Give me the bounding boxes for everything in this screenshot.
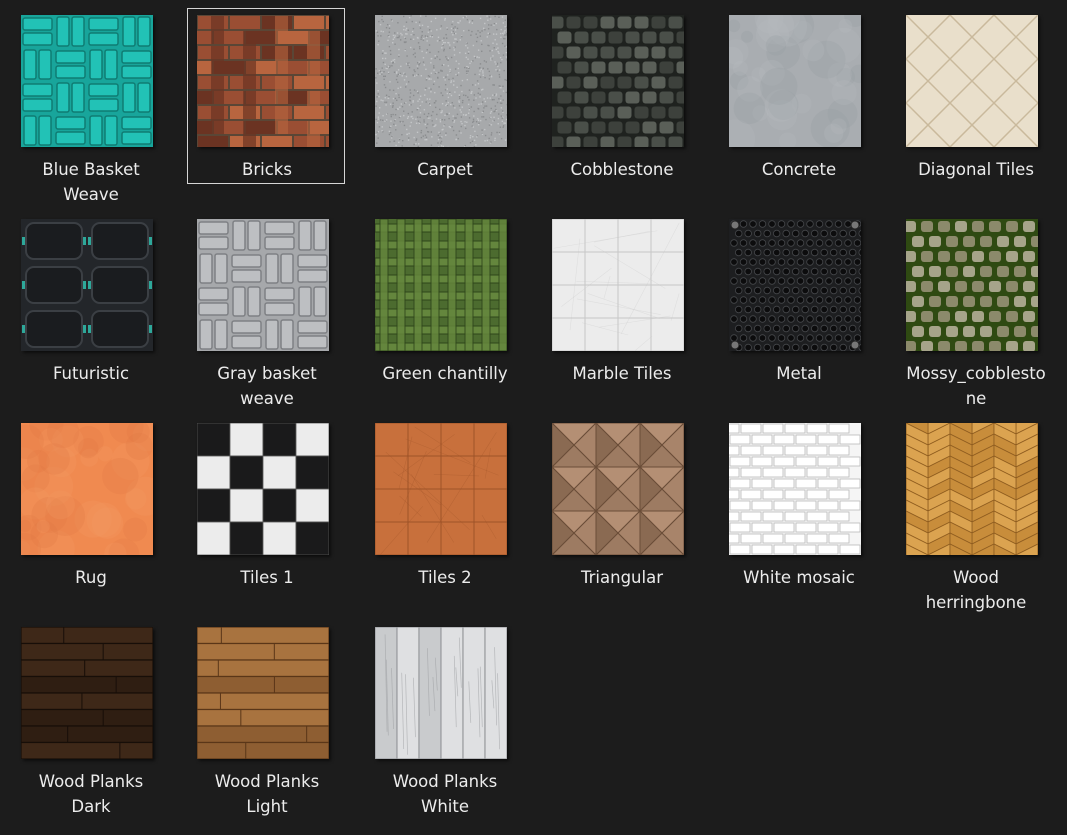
material-label: Wood herringbone [925, 568, 1027, 612]
material-label: Rug [75, 568, 107, 587]
material-thumbnail[interactable] [729, 219, 861, 351]
texture-preview [197, 219, 329, 351]
material-thumbnail[interactable] [729, 423, 861, 555]
material-tile[interactable]: Blue Basket Weave [11, 8, 169, 204]
material-tile[interactable]: Wood Planks Light [187, 620, 345, 816]
material-tile[interactable]: Rug [11, 416, 169, 592]
material-label: Wood Planks White [392, 772, 498, 816]
texture-preview [197, 15, 329, 147]
material-tile[interactable]: Tiles 1 [187, 416, 345, 592]
material-tile[interactable]: Wood Planks Dark [11, 620, 169, 816]
texture-preview [906, 15, 1038, 147]
material-label: Diagonal Tiles [918, 160, 1034, 179]
texture-preview [729, 15, 861, 147]
material-tile[interactable]: Diagonal Tiles [896, 8, 1054, 184]
material-label: Green chantilly [382, 364, 508, 383]
texture-preview [375, 627, 507, 759]
material-tile[interactable]: Futuristic [11, 212, 169, 388]
texture-preview [197, 627, 329, 759]
material-label: Tiles 1 [240, 568, 294, 587]
material-thumbnail[interactable] [375, 423, 507, 555]
material-thumbnail[interactable] [197, 627, 329, 759]
texture-preview [21, 627, 153, 759]
material-label: Tiles 2 [418, 568, 472, 587]
material-thumbnail[interactable] [197, 15, 329, 147]
texture-preview [552, 15, 684, 147]
material-thumbnail[interactable] [729, 15, 861, 147]
texture-preview [552, 423, 684, 555]
material-label: Wood Planks Light [214, 772, 320, 816]
material-label: Wood Planks Dark [38, 772, 144, 816]
material-label: Gray basket weave [217, 364, 317, 408]
texture-preview [729, 219, 861, 351]
material-tile[interactable]: Marble Tiles [542, 212, 700, 388]
material-tile[interactable]: White mosaic [719, 416, 877, 592]
material-label: Carpet [417, 160, 473, 179]
material-thumbnail[interactable] [21, 15, 153, 147]
material-label: Mossy_cobblesto ne [906, 364, 1046, 408]
material-label: Blue Basket Weave [42, 160, 140, 204]
texture-preview [729, 423, 861, 555]
material-thumbnail[interactable] [21, 219, 153, 351]
material-thumbnail[interactable] [21, 423, 153, 555]
material-tile[interactable]: Mossy_cobblesto ne [896, 212, 1054, 408]
material-tile[interactable]: Metal [719, 212, 877, 388]
material-thumbnail[interactable] [552, 15, 684, 147]
material-thumbnail[interactable] [375, 627, 507, 759]
material-tile[interactable]: Bricks [187, 8, 345, 184]
material-label: Cobblestone [570, 160, 674, 179]
material-label: White mosaic [743, 568, 855, 587]
material-thumbnail[interactable] [906, 15, 1038, 147]
material-label: Concrete [761, 160, 837, 179]
material-label: Bricks [242, 160, 292, 179]
material-tile[interactable]: Concrete [719, 8, 877, 184]
material-thumbnail[interactable] [375, 15, 507, 147]
material-tile[interactable]: Wood Planks White [365, 620, 523, 816]
material-tile[interactable]: Carpet [365, 8, 523, 184]
material-tile[interactable]: Green chantilly [365, 212, 523, 388]
material-thumbnail[interactable] [197, 423, 329, 555]
material-tile[interactable]: Cobblestone [542, 8, 700, 184]
material-tile[interactable]: Wood herringbone [896, 416, 1054, 612]
material-thumbnail[interactable] [906, 219, 1038, 351]
material-grid: Blue Basket Weave Bricks Carpet Cobblestone C… [0, 0, 1067, 835]
material-tile[interactable]: Gray basket weave [187, 212, 345, 408]
texture-preview [375, 219, 507, 351]
material-tile[interactable]: Tiles 2 [365, 416, 523, 592]
texture-preview [21, 15, 153, 147]
texture-preview [21, 423, 153, 555]
texture-preview [906, 423, 1038, 555]
material-label: Futuristic [52, 364, 130, 383]
texture-preview [906, 219, 1038, 351]
material-thumbnail[interactable] [197, 219, 329, 351]
material-label: Triangular [580, 568, 663, 587]
texture-preview [375, 423, 507, 555]
material-label: Marble Tiles [572, 364, 672, 383]
material-thumbnail[interactable] [21, 627, 153, 759]
texture-preview [552, 219, 684, 351]
material-thumbnail[interactable] [906, 423, 1038, 555]
material-thumbnail[interactable] [552, 219, 684, 351]
texture-preview [197, 423, 329, 555]
material-thumbnail[interactable] [552, 423, 684, 555]
texture-preview [375, 15, 507, 147]
material-label: Metal [776, 364, 822, 383]
texture-preview [21, 219, 153, 351]
material-thumbnail[interactable] [375, 219, 507, 351]
material-tile[interactable]: Triangular [542, 416, 700, 592]
